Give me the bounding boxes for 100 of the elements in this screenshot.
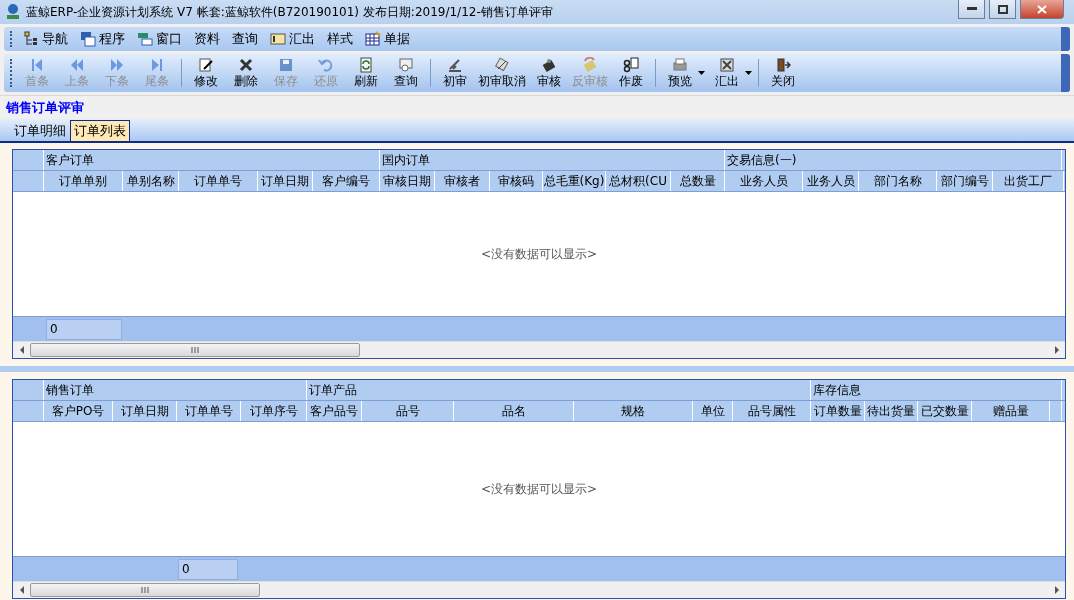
menu-item[interactable]: 程序 <box>74 28 131 50</box>
edit-icon <box>198 56 214 73</box>
minimize-button[interactable] <box>958 0 985 19</box>
column-header[interactable]: 品号属性 <box>733 401 811 421</box>
column-header[interactable]: 订单数量 <box>811 401 865 421</box>
menu-label: 资料 <box>194 30 220 48</box>
summary-cell: 0 <box>178 558 238 580</box>
toolbar-button[interactable]: 查询 <box>386 55 426 91</box>
column-header[interactable]: 订单单号 <box>177 401 241 421</box>
close-button[interactable] <box>1020 0 1064 19</box>
first-icon <box>29 56 45 73</box>
column-header[interactable]: 部门编号 <box>937 171 993 191</box>
horizontal-scrollbar[interactable] <box>13 581 1065 598</box>
menu-label: 汇出 <box>289 30 315 48</box>
delete-icon <box>238 56 254 73</box>
toolbar-button[interactable]: 初审 <box>435 55 475 91</box>
windows-icon <box>80 31 96 47</box>
maximize-button[interactable] <box>989 0 1016 19</box>
next-icon <box>109 56 125 73</box>
column-header[interactable]: 审核日期 <box>380 171 435 191</box>
menu-label: 导航 <box>42 30 68 48</box>
column-group-header: 销售订单 <box>44 380 307 400</box>
toolbar-button[interactable]: 关闭 <box>763 55 803 91</box>
scrollbar-thumb[interactable] <box>30 343 360 357</box>
toolbar-button[interactable]: 初审取消 <box>475 55 529 91</box>
save-icon <box>278 56 294 73</box>
column-header[interactable]: 订单单号 <box>179 171 258 191</box>
column-header[interactable]: 赠品量 <box>972 401 1050 421</box>
column-header[interactable]: 订单序号 <box>241 401 307 421</box>
column-header[interactable]: 待出货量 <box>865 401 918 421</box>
column-header[interactable]: 单别名称 <box>123 171 179 191</box>
column-header[interactable]: 订单单别 <box>44 171 123 191</box>
grip-icon <box>141 587 149 593</box>
column-header[interactable]: 订单日期 <box>258 171 313 191</box>
column-header[interactable]: 规格 <box>574 401 693 421</box>
print-icon <box>672 56 688 73</box>
tab[interactable]: 订单列表 <box>70 120 130 141</box>
scroll-left-icon[interactable] <box>18 586 25 594</box>
column-header[interactable]: 审核码 <box>490 171 543 191</box>
menu-item[interactable]: 单据 <box>359 28 416 50</box>
menu-item[interactable]: 导航 <box>17 28 74 50</box>
column-header[interactable]: 业务人员 <box>725 171 803 191</box>
toolbar-button[interactable]: 汇出 <box>707 55 747 91</box>
table-icon <box>365 31 381 47</box>
menu-label: 窗口 <box>156 30 182 48</box>
dropdown-caret-icon[interactable] <box>698 71 705 75</box>
toolbar-button[interactable]: 作废 <box>611 55 651 91</box>
column-header[interactable]: 订单日期 <box>113 401 177 421</box>
scroll-left-icon[interactable] <box>18 346 25 354</box>
column-header[interactable]: 已交数量 <box>918 401 972 421</box>
toolbar-button[interactable]: 修改 <box>186 55 226 91</box>
menu-label: 单据 <box>384 30 410 48</box>
column-header[interactable]: 客户编号 <box>313 171 380 191</box>
column-group-header: 库存信息 <box>811 380 1062 400</box>
column-header[interactable]: 部门名称 <box>859 171 937 191</box>
column-group-header: 交易信息(一) <box>725 150 1062 170</box>
menu-item[interactable]: 样式 <box>321 28 359 50</box>
tab[interactable]: 订单明细 <box>10 120 70 141</box>
window-icon <box>137 31 153 47</box>
column-header[interactable]: 总数量 <box>671 171 725 191</box>
horizontal-scrollbar[interactable] <box>13 341 1065 358</box>
column-header[interactable]: 出货工厂 <box>993 171 1064 191</box>
column-group-header: 国内订单 <box>380 150 725 170</box>
exit-icon <box>775 56 791 73</box>
dropdown-caret-icon[interactable] <box>745 71 752 75</box>
scroll-right-icon[interactable] <box>1053 586 1060 594</box>
menu-label: 程序 <box>99 30 125 48</box>
summary-cell: 0 <box>46 318 122 340</box>
column-header[interactable]: 业务人员 <box>803 171 859 191</box>
menu-item[interactable]: 查询 <box>226 28 264 50</box>
close-icon <box>1037 4 1047 14</box>
menu-label: 样式 <box>327 30 353 48</box>
empty-message: <没有数据可以显示> <box>480 480 598 498</box>
toolbar-button[interactable]: 预览 <box>660 55 700 91</box>
minimize-icon <box>966 7 977 11</box>
toolbar-options-handle[interactable] <box>1061 27 1070 51</box>
toolbar-options-handle[interactable] <box>1061 54 1070 92</box>
tree-icon <box>23 31 39 47</box>
menu-item[interactable]: 汇出 <box>264 28 321 50</box>
app-logo-icon <box>4 3 22 21</box>
ledger-icon <box>270 31 286 47</box>
column-header[interactable]: 品名 <box>454 401 574 421</box>
menu-item[interactable]: 窗口 <box>131 28 188 50</box>
scroll-right-icon[interactable] <box>1053 346 1060 354</box>
empty-message: <没有数据可以显示> <box>480 245 598 263</box>
menu-label: 查询 <box>232 30 258 48</box>
column-header[interactable]: 客户品号 <box>307 401 362 421</box>
menu-item[interactable]: 资料 <box>188 28 226 50</box>
column-header[interactable]: 总毛重(Kg) <box>543 171 606 191</box>
toolbar-button[interactable]: 刷新 <box>346 55 386 91</box>
column-header[interactable]: 总材积(CU <box>606 171 671 191</box>
column-header[interactable]: 审核者 <box>435 171 490 191</box>
window-title: 蓝鲸ERP-企业资源计划系统 V7 帐套:蓝鲸软件(B720190101) 发布日期:2019/1/12-销售订单评审 <box>26 3 554 21</box>
maximize-icon <box>997 4 1008 14</box>
column-header[interactable]: 客户PO号 <box>44 401 113 421</box>
scrollbar-thumb[interactable] <box>30 583 260 597</box>
column-header[interactable]: 单位 <box>693 401 733 421</box>
column-header[interactable]: 品号 <box>362 401 454 421</box>
toolbar-button[interactable]: 删除 <box>226 55 266 91</box>
toolbar-button[interactable]: 审核 <box>529 55 569 91</box>
